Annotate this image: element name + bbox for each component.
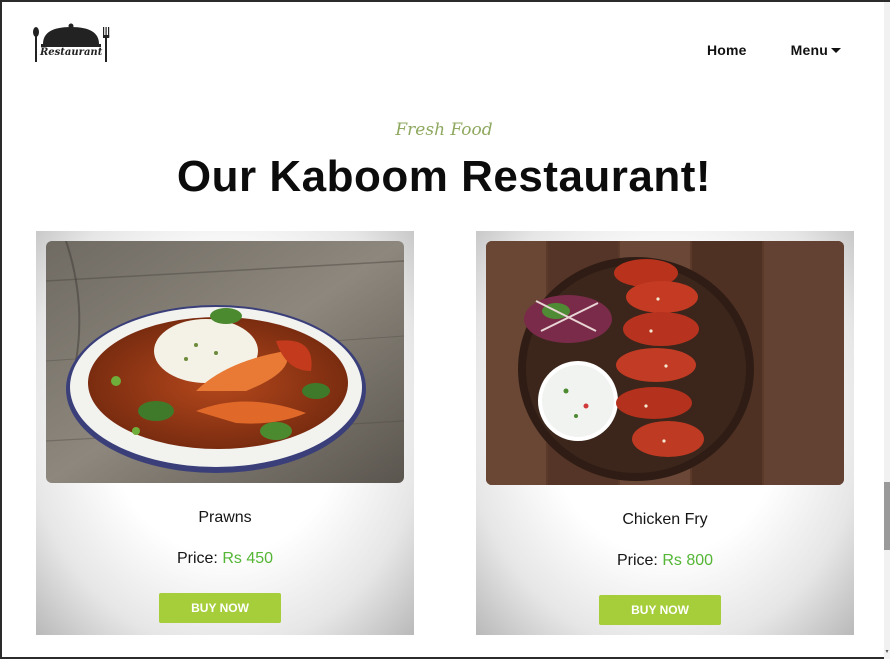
restaurant-logo[interactable]: Restaurant (30, 20, 112, 66)
price-value: Rs 450 (222, 550, 274, 567)
scroll-down-icon[interactable]: ▾ (884, 649, 890, 655)
cloche-icon (33, 23, 110, 62)
food-name: Chicken Fry (622, 511, 708, 528)
section-eyebrow: Fresh Food (395, 120, 493, 140)
food-card: Chicken Fry Price: Rs 800 BUY NOW (476, 231, 854, 635)
price-label: Price: (176, 550, 218, 567)
food-price: Price: Rs 450 (36, 550, 414, 568)
nav-menu-label: Menu (790, 42, 828, 58)
food-price: Price: Rs 800 (476, 552, 854, 570)
chicken-wings-image (486, 241, 844, 485)
food-name: Prawns (198, 509, 252, 526)
logo-text: Restaurant (40, 47, 103, 58)
scrollbar-thumb[interactable] (884, 482, 890, 550)
main-nav: Home Menu (707, 42, 841, 58)
page-title: Our Kaboom Restaurant! (176, 152, 712, 201)
price-label: Price: (616, 552, 658, 569)
buy-now-button[interactable]: BUY NOW (599, 595, 721, 625)
vertical-scrollbar[interactable]: ▾ (884, 2, 890, 659)
page: Restaurant Home Menu Fresh Food Our Kabo… (2, 2, 886, 659)
prawn-curry-image (46, 241, 404, 483)
food-card: Prawns Price: Rs 450 BUY NOW (36, 231, 414, 635)
caret-down-icon (831, 48, 841, 53)
nav-home[interactable]: Home (707, 42, 747, 58)
buy-now-button[interactable]: BUY NOW (159, 593, 281, 623)
nav-menu-dropdown[interactable]: Menu (791, 42, 841, 58)
price-value: Rs 800 (662, 552, 714, 569)
